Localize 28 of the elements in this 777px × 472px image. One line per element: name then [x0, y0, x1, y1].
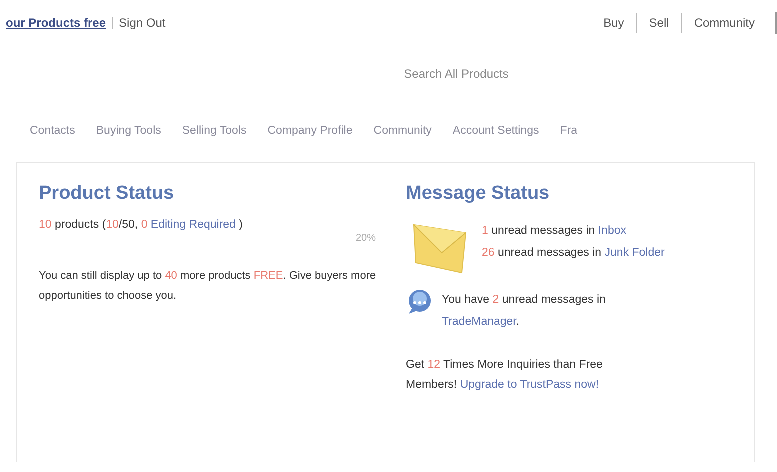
sign-out-link[interactable]: Sign Out: [119, 16, 166, 30]
section-title: Product Status: [39, 183, 176, 205]
nav-tab[interactable]: Contacts: [30, 125, 76, 137]
search-link[interactable]: Search All Products: [404, 67, 509, 81]
chat-bubble-icon: [406, 289, 434, 315]
promo-text: Get 12 Times More Inquiries than Free Members! Upgrade to TrustPass now!: [406, 358, 604, 393]
nav-tab[interactable]: Fra: [560, 125, 578, 137]
nav-tab[interactable]: Company Profile: [268, 125, 353, 137]
percent-label: 20%: [354, 233, 376, 244]
text-link[interactable]: Junk Folder: [604, 247, 665, 259]
message-count-text: 26 unread messages in Junk Folder: [482, 247, 665, 259]
product-note: You can still display up to 40 more products FREE. Give buyers more opportunities to choose you.: [39, 269, 378, 304]
top-nav-link[interactable]: Sell: [649, 16, 670, 30]
text-link[interactable]: Editing Required: [150, 219, 236, 231]
nav-tab[interactable]: Buying Tools: [96, 125, 162, 137]
nav-tab[interactable]: Selling Tools: [182, 125, 247, 137]
product-summary: 10 products (10/50, 0 Editing Required ): [39, 219, 244, 231]
text-link[interactable]: TradeManager: [442, 316, 516, 328]
nav-tab[interactable]: Community: [374, 125, 432, 137]
nav-tab[interactable]: Account Settings: [452, 125, 540, 137]
trade-manager-text: You have 2 unread messages in TradeManager.: [442, 293, 607, 330]
section-title: Message Status: [406, 183, 551, 205]
message-count-text: 1 unread messages in Inbox: [482, 225, 628, 237]
top-nav-link[interactable]: Community: [694, 16, 755, 30]
text-link[interactable]: Inbox: [598, 225, 626, 237]
account-link[interactable]: our Products free: [6, 16, 106, 30]
text-link[interactable]: Upgrade to TrustPass now!: [460, 379, 600, 391]
top-nav-link[interactable]: Buy: [604, 16, 624, 30]
